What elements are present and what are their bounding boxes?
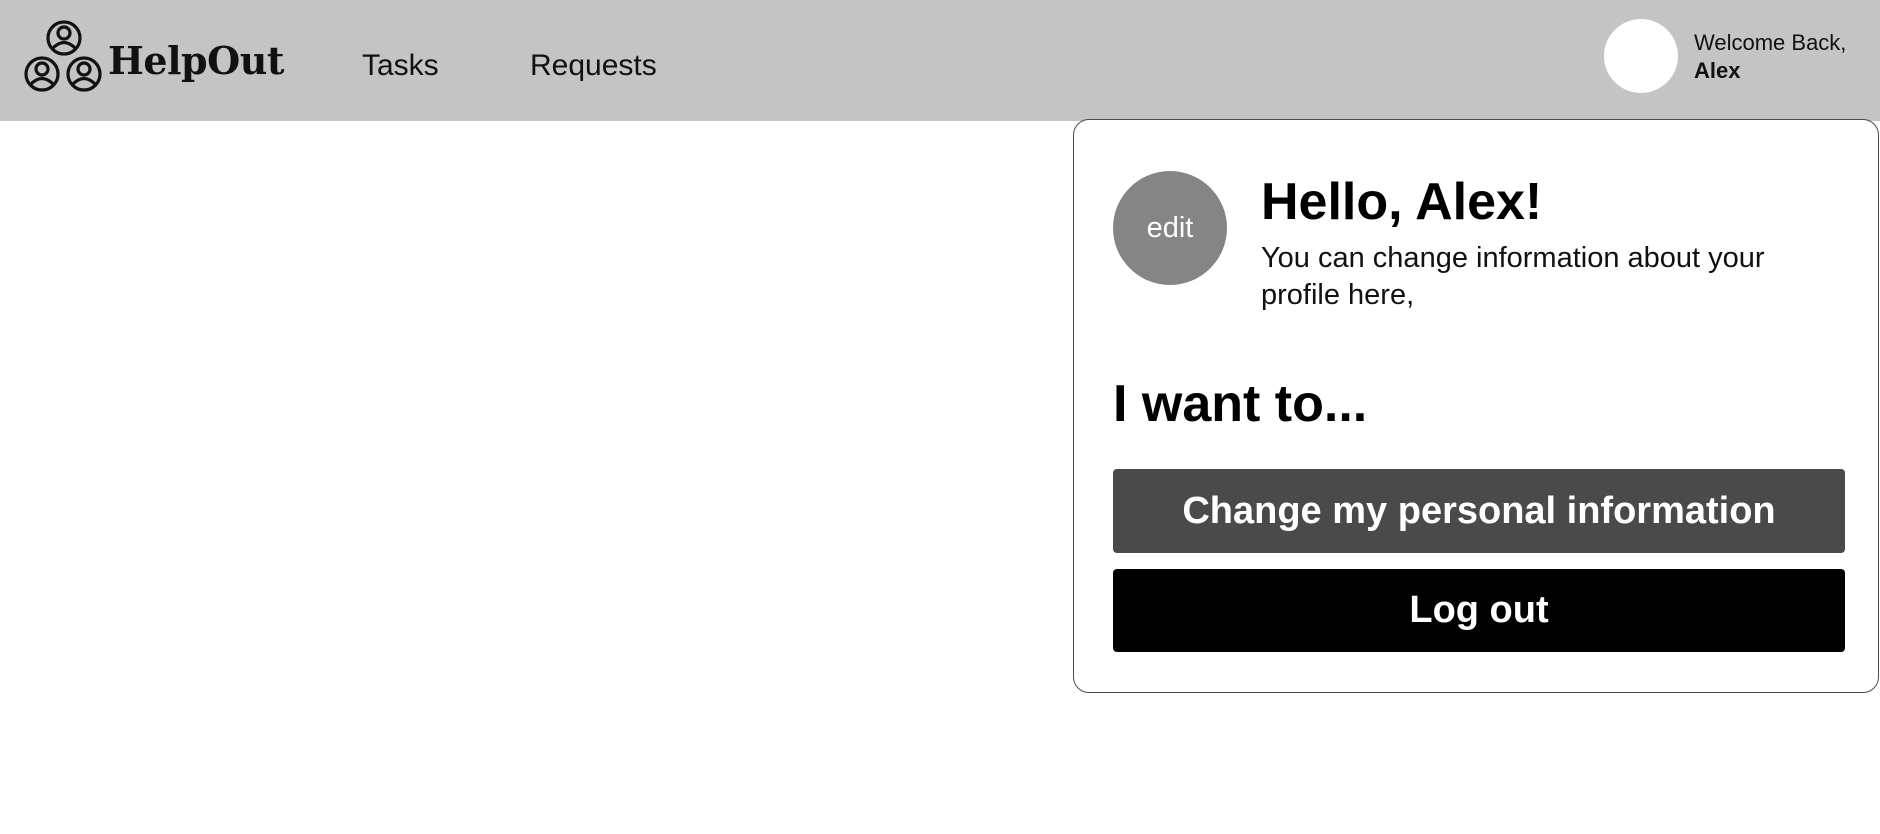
- greeting-heading: Hello, Alex!: [1261, 173, 1543, 231]
- edit-avatar-button[interactable]: edit: [1113, 171, 1227, 285]
- brand-logo[interactable]: HelpOut: [24, 20, 284, 96]
- profile-menu-popover: edit Hello, Alex! You can change informa…: [1073, 119, 1879, 693]
- edit-avatar-label: edit: [1146, 211, 1194, 244]
- top-navigation-bar: HelpOut Tasks Requests Welcome Back, Ale…: [0, 0, 1880, 121]
- logout-button[interactable]: Log out: [1113, 569, 1845, 652]
- brand-name: HelpOut: [108, 37, 284, 83]
- nav-requests-link[interactable]: Requests: [530, 47, 657, 85]
- profile-description: You can change information about your pr…: [1261, 242, 1765, 311]
- actions-heading: I want to...: [1113, 375, 1368, 433]
- change-personal-info-button[interactable]: Change my personal information: [1113, 469, 1845, 553]
- change-personal-info-label: Change my personal information: [1182, 489, 1776, 532]
- logout-label: Log out: [1409, 589, 1549, 631]
- nav-tasks-link[interactable]: Tasks: [362, 47, 439, 85]
- welcome-message: Welcome Back, Alex: [1694, 29, 1846, 85]
- three-people-icon: [24, 20, 102, 92]
- welcome-line: Welcome Back,: [1694, 30, 1847, 55]
- user-avatar[interactable]: [1604, 19, 1678, 93]
- welcome-user-name: Alex: [1694, 58, 1741, 83]
